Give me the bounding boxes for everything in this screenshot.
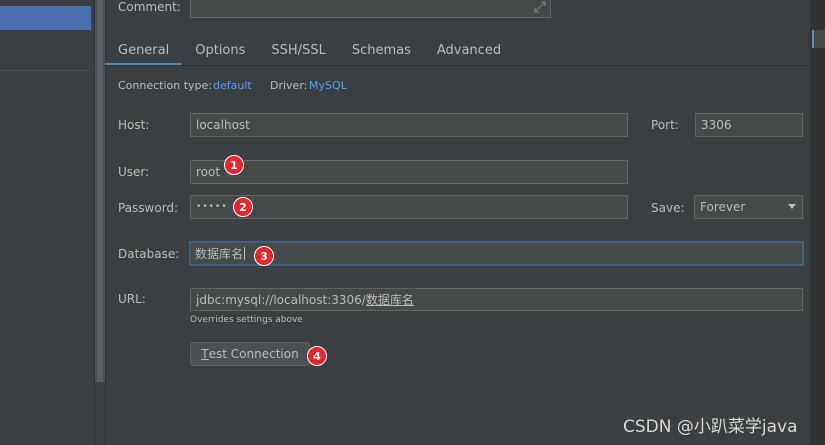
driver-link[interactable]: MySQL	[309, 79, 347, 92]
annotation-badge-1: 1	[224, 155, 244, 175]
connection-type-label: Connection type:	[118, 79, 213, 92]
password-label: Password:	[118, 201, 179, 215]
database-label: Database:	[118, 247, 180, 261]
annotation-badge-4: 4	[307, 346, 327, 366]
tab-schemas[interactable]: Schemas	[339, 36, 424, 64]
connection-type-link[interactable]: default	[213, 79, 252, 92]
main-settings-panel	[105, 0, 810, 445]
expand-icon[interactable]	[533, 0, 547, 14]
url-hint: Overrides settings above	[190, 315, 303, 325]
driver-label: Driver:	[270, 79, 308, 92]
port-value: 3306	[701, 118, 732, 132]
tab-ssh-ssl[interactable]: SSH/SSL	[258, 36, 338, 64]
comment-label: Comment:	[118, 0, 181, 14]
test-button-mnemonic: T	[201, 347, 209, 361]
tab-advanced[interactable]: Advanced	[424, 36, 514, 64]
test-connection-button[interactable]: Test Connection	[190, 342, 310, 366]
tabs-divider	[105, 65, 810, 66]
tab-general-label: General	[118, 42, 170, 58]
database-input[interactable]: 数据库名	[189, 241, 804, 266]
left-gap	[95, 382, 105, 445]
test-button-label: est Connection	[208, 347, 299, 361]
annotation-badge-2: 2	[233, 197, 253, 217]
user-value: root	[196, 165, 221, 179]
right-tool-strip	[810, 0, 825, 445]
left-divider	[0, 70, 90, 71]
tab-advanced-label: Advanced	[436, 42, 502, 58]
save-label: Save:	[651, 201, 685, 215]
url-value-database: 数据库名	[365, 293, 414, 307]
save-value: Forever	[700, 200, 746, 214]
save-select[interactable]: Forever	[694, 195, 803, 219]
tab-ssh-ssl-label: SSH/SSL	[271, 42, 326, 58]
chevron-down-icon	[788, 204, 796, 209]
password-input[interactable]: •••••	[190, 195, 628, 219]
url-value-prefix: jdbc:mysql://localhost:3306/	[196, 292, 366, 307]
url-label: URL:	[118, 292, 146, 306]
watermark-text: CSDN @小趴菜学java	[623, 417, 798, 437]
user-input[interactable]: root	[190, 160, 628, 184]
left-scrollbar-thumb[interactable]	[97, 0, 103, 382]
text-caret	[244, 247, 246, 260]
host-input[interactable]: localhost	[190, 113, 628, 137]
settings-tabs: General Options SSH/SSL Schemas Advanced	[105, 36, 514, 66]
left-selected-item[interactable]	[0, 6, 91, 30]
annotation-badge-3: 3	[254, 246, 274, 266]
port-input[interactable]: 3306	[695, 113, 803, 137]
host-value: localhost	[196, 118, 250, 132]
right-strip-marker[interactable]	[812, 30, 825, 48]
database-value: 数据库名	[195, 247, 244, 261]
tab-general[interactable]: General	[105, 36, 183, 66]
port-label: Port:	[651, 118, 679, 132]
host-label: Host:	[118, 118, 150, 132]
password-value: •••••	[196, 202, 228, 212]
url-input[interactable]: jdbc:mysql://localhost:3306/数据库名	[190, 288, 803, 311]
user-label: User:	[118, 165, 150, 179]
tab-schemas-label: Schemas	[351, 42, 411, 58]
tab-options-label: Options	[195, 42, 246, 58]
left-navigation-panel	[0, 0, 95, 445]
tab-options[interactable]: Options	[182, 36, 258, 64]
comment-textarea[interactable]	[190, 0, 551, 18]
